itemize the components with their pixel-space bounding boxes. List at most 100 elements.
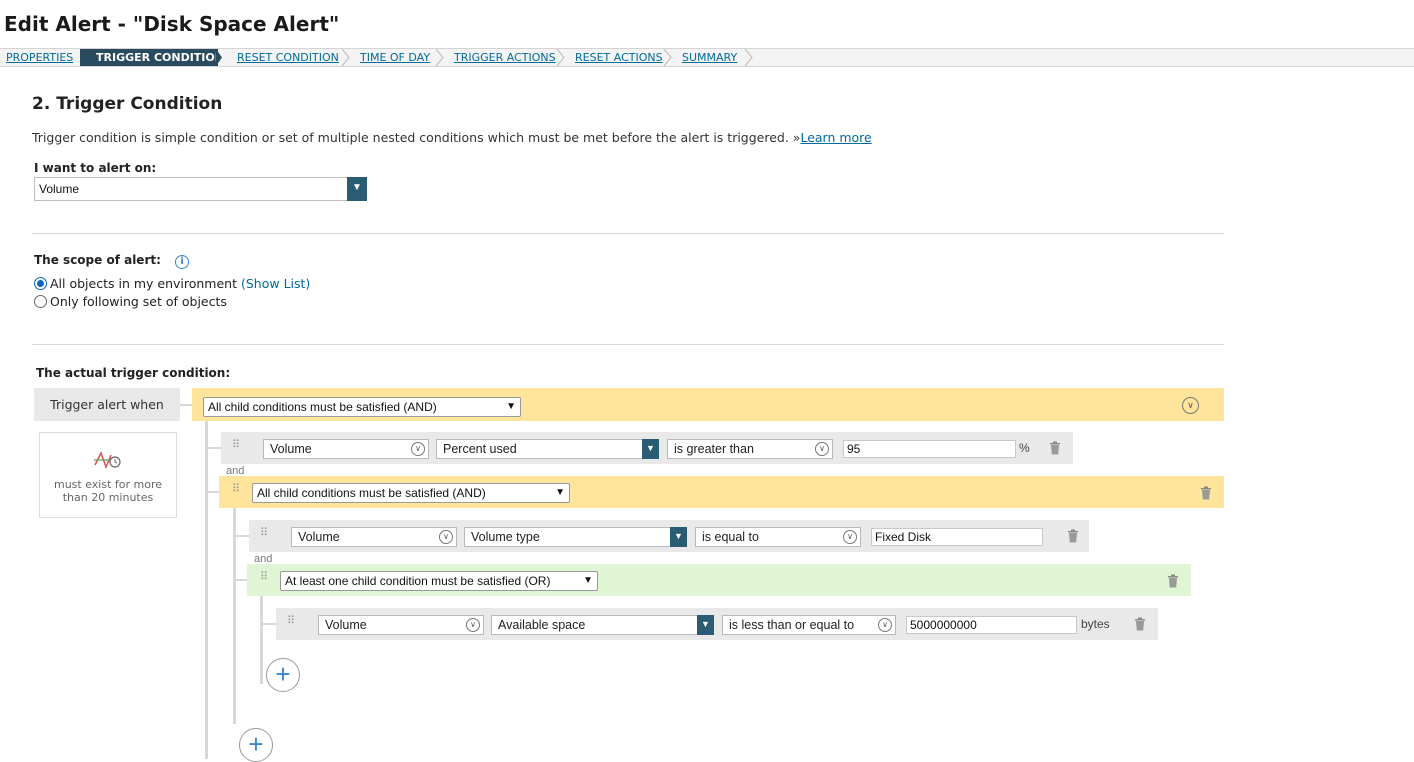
info-icon[interactable]: i (175, 255, 190, 269)
field-select[interactable]: Available space ▼ (491, 615, 714, 635)
step-summary[interactable]: SUMMARY (676, 49, 737, 66)
operator-select[interactable]: is less than or equal to ∨ (722, 615, 896, 635)
scope-option-all[interactable]: All objects in my environment (Show List… (34, 276, 310, 291)
drag-handle-icon[interactable]: ⠿ (232, 440, 240, 451)
operator-select[interactable]: is greater than ∨ (667, 439, 833, 459)
field-select[interactable]: Volume type ▼ (464, 527, 687, 547)
object-select[interactable]: Volume ∨ (291, 527, 457, 547)
operator-select[interactable]: is equal to ∨ (695, 527, 861, 547)
condition-row: ⠿ Volume ∨ Available space ▼ is less than … (276, 608, 1158, 640)
field-value: Available space (498, 618, 586, 632)
divider (32, 344, 1224, 345)
chevron-down-icon: ∨ (815, 442, 829, 456)
divider (32, 233, 1224, 234)
or-group-bar: ⠿ At least one child condition must be s… (247, 564, 1191, 596)
step-trigger-condition[interactable]: TRIGGER CONDITION (80, 49, 224, 66)
group-condition-select[interactable]: All child conditions must be satisfied (… (252, 483, 570, 503)
breadcrumb-arrow-icon (556, 49, 565, 66)
unit-label: bytes (1081, 617, 1110, 631)
breadcrumb-arrow-icon (341, 49, 350, 66)
connector (205, 447, 221, 449)
alert-on-select[interactable]: Volume ▼ (34, 177, 367, 201)
caret-down-icon: ▼ (506, 401, 516, 412)
chevron-down-icon: ▼ (642, 439, 659, 459)
value-input[interactable]: 5000000000 (906, 616, 1077, 634)
connector (180, 404, 192, 406)
group-condition-value: All child conditions must be satisfied (… (257, 486, 486, 500)
breadcrumb-arrow-icon (435, 49, 444, 66)
chevron-down-icon: ∨ (878, 618, 892, 632)
trash-icon[interactable] (1067, 529, 1079, 543)
sustain-clock-icon (94, 451, 121, 470)
root-group-value: All child conditions must be satisfied (… (208, 400, 437, 414)
drag-handle-icon[interactable]: ⠿ (232, 484, 240, 495)
page-title: Edit Alert - "Disk Space Alert" (4, 12, 340, 36)
trash-icon[interactable] (1200, 486, 1212, 500)
breadcrumb-arrow-icon (216, 49, 222, 66)
step-properties[interactable]: PROPERTIES (0, 49, 73, 66)
operator-value: is equal to (702, 530, 759, 544)
alert-on-label: I want to alert on: (34, 161, 157, 175)
caret-down-icon: ▼ (583, 575, 593, 586)
group-condition-select[interactable]: At least one child condition must be sat… (280, 571, 598, 591)
scope-option-following-label: Only following set of objects (50, 294, 227, 309)
chevron-down-icon: ▼ (670, 527, 687, 547)
value-input[interactable]: 95 (843, 440, 1016, 458)
sustain-condition[interactable]: must exist for more than 20 minutes (39, 432, 177, 518)
radio-selected-icon[interactable] (34, 277, 47, 290)
and-group-bar: ⠿ All child conditions must be satisfied… (219, 476, 1224, 508)
trash-icon[interactable] (1134, 617, 1146, 631)
sustain-text: must exist for more than 20 minutes (53, 478, 163, 504)
radio-unselected-icon[interactable] (34, 295, 47, 308)
connector (233, 579, 247, 581)
drag-handle-icon[interactable]: ⠿ (287, 616, 295, 627)
field-select[interactable]: Percent used ▼ (436, 439, 659, 459)
step-trigger-actions[interactable]: TRIGGER ACTIONS (448, 49, 556, 66)
chevron-down-icon: ∨ (466, 618, 480, 632)
chevron-down-icon: ▼ (697, 615, 714, 635)
value-input[interactable]: Fixed Disk (871, 528, 1043, 546)
chevron-down-icon: ∨ (411, 442, 425, 456)
drag-handle-icon[interactable]: ⠿ (260, 528, 268, 539)
step-reset-actions[interactable]: RESET ACTIONS (569, 49, 663, 66)
object-select[interactable]: Volume ∨ (263, 439, 429, 459)
chevron-down-icon: ∨ (843, 530, 857, 544)
description-text: Trigger condition is simple condition or… (32, 130, 801, 145)
connector (260, 623, 276, 625)
caret-down-icon: ▼ (555, 487, 565, 498)
collapse-chevron-icon[interactable]: ∨ (1182, 397, 1199, 414)
trash-icon[interactable] (1167, 574, 1179, 588)
step-time-of-day[interactable]: TIME OF DAY (354, 49, 430, 66)
condition-row: ⠿ Volume ∨ Percent used ▼ is greater than ∨… (221, 432, 1073, 464)
trigger-alert-when: Trigger alert when (34, 388, 180, 421)
group-condition-value: At least one child condition must be sat… (285, 574, 551, 588)
tree-line (233, 508, 236, 724)
tree-line (205, 421, 208, 759)
chevron-down-icon[interactable]: ▼ (347, 177, 367, 201)
breadcrumb-arrow-icon (744, 49, 753, 66)
root-group-select[interactable]: All child conditions must be satisfied (… (203, 397, 521, 417)
learn-more-link[interactable]: Learn more (800, 130, 871, 145)
scope-option-following[interactable]: Only following set of objects (34, 294, 227, 309)
drag-handle-icon[interactable]: ⠿ (260, 572, 268, 583)
unit-label: % (1019, 441, 1030, 455)
object-value: Volume (270, 442, 312, 456)
object-value: Volume (325, 618, 367, 632)
step-reset-condition[interactable]: RESET CONDITION (231, 49, 339, 66)
breadcrumb-arrow-icon (663, 49, 672, 66)
operator-value: is less than or equal to (729, 618, 855, 632)
show-list-link[interactable]: (Show List) (241, 276, 310, 291)
object-value: Volume (298, 530, 340, 544)
section-title: 2. Trigger Condition (32, 94, 223, 114)
trash-icon[interactable] (1049, 441, 1061, 455)
add-condition-button[interactable]: + (239, 728, 273, 762)
section-description: Trigger condition is simple condition or… (32, 130, 872, 145)
alert-on-value: Volume (39, 182, 80, 196)
trigger-condition-label: The actual trigger condition: (36, 366, 231, 380)
tree-line (260, 596, 263, 684)
field-value: Volume type (471, 530, 540, 544)
chevron-down-icon: ∨ (439, 530, 453, 544)
scope-label-text: The scope of alert: (34, 253, 161, 267)
add-condition-button[interactable]: + (266, 658, 300, 692)
object-select[interactable]: Volume ∨ (318, 615, 484, 635)
